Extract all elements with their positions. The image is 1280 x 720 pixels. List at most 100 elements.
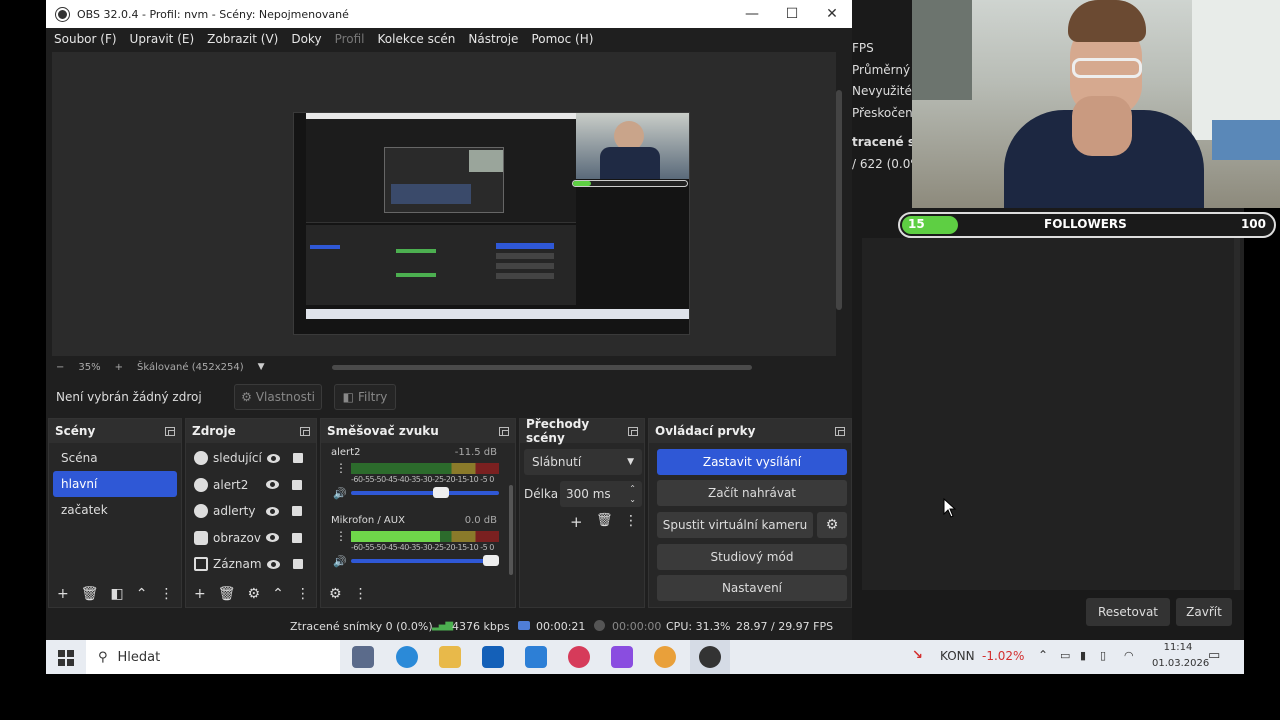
speaker-icon[interactable]: 🔊 — [333, 555, 347, 568]
wifi-icon[interactable]: ◠ — [1124, 649, 1134, 662]
undock-icon[interactable] — [165, 426, 175, 436]
menu-scene-collection[interactable]: Kolekce scén — [378, 32, 456, 46]
undock-icon[interactable] — [499, 426, 509, 436]
menu-view[interactable]: Zobrazit (V) — [207, 32, 278, 46]
scene-filters-icon[interactable]: ◧ — [111, 586, 124, 602]
source-item[interactable]: adlerty — [186, 498, 316, 525]
microphone-tray-icon[interactable]: ▮ — [1080, 649, 1086, 662]
undock-icon[interactable] — [835, 426, 845, 436]
eye-icon[interactable] — [266, 453, 280, 463]
undock-icon[interactable] — [628, 426, 638, 436]
add-scene-icon[interactable]: + — [57, 586, 69, 602]
windows-start-icon[interactable] — [58, 650, 74, 666]
scene-item[interactable]: začatek — [53, 497, 177, 523]
menu-profile[interactable]: Profil — [335, 32, 365, 46]
preview-area[interactable] — [52, 52, 836, 356]
source-item[interactable]: obrazov — [186, 525, 316, 552]
more-icon[interactable]: ⋮ — [335, 461, 347, 475]
twitch-icon[interactable] — [611, 646, 633, 668]
lock-icon[interactable] — [292, 479, 302, 490]
filters-button[interactable]: ◧ Filtry — [334, 384, 396, 410]
settings-button[interactable]: Nastavení — [657, 575, 847, 601]
menu-tools[interactable]: Nástroje — [468, 32, 518, 46]
file-explorer-icon[interactable] — [439, 646, 461, 668]
add-source-icon[interactable]: + — [194, 586, 206, 602]
duration-input[interactable]: 300 ms ⌃ ⌄ — [560, 481, 642, 507]
close-button[interactable]: ✕ — [812, 0, 852, 28]
chevron-up-icon[interactable]: ⌃ — [1038, 648, 1048, 662]
opera-icon[interactable] — [568, 646, 590, 668]
lock-icon[interactable] — [292, 453, 303, 464]
source-item[interactable]: alert2 — [186, 472, 316, 499]
camera-tray-icon[interactable]: ▭ — [1060, 649, 1070, 662]
close-stats-button[interactable]: Zavřít — [1176, 598, 1232, 626]
more-icon[interactable]: ⋮ — [335, 529, 347, 543]
edge-icon[interactable] — [396, 646, 418, 668]
chevron-up-icon[interactable]: ⌃ — [136, 586, 148, 602]
more-icon[interactable]: ⋮ — [159, 586, 173, 602]
obs-taskbar-active[interactable] — [690, 640, 730, 674]
menu-file[interactable]: Soubor (F) — [54, 32, 117, 46]
zoom-in-button[interactable]: + — [115, 362, 123, 373]
menu-edit[interactable]: Upravit (E) — [130, 32, 195, 46]
add-transition-icon[interactable]: + — [570, 513, 583, 531]
virtual-camera-gear-icon[interactable]: ⚙ — [817, 512, 847, 538]
outlook-icon[interactable] — [482, 646, 504, 668]
chevron-up-icon[interactable]: ⌃ — [272, 586, 284, 602]
stop-stream-button[interactable]: Zastavit vysílání — [657, 449, 847, 475]
minimize-button[interactable]: — — [732, 0, 772, 28]
maximize-button[interactable]: ☐ — [772, 0, 812, 28]
reset-button[interactable]: Resetovat — [1086, 598, 1170, 626]
lock-icon[interactable] — [292, 559, 303, 570]
undock-icon[interactable] — [300, 426, 310, 436]
volume-knob[interactable] — [432, 487, 449, 498]
menu-help[interactable]: Pomoc (H) — [531, 32, 593, 46]
chrome-icon[interactable] — [654, 646, 676, 668]
taskbar-search[interactable]: ⚲ Hledat — [86, 640, 340, 674]
task-view-icon[interactable] — [352, 646, 374, 668]
more-icon[interactable]: ⋮ — [296, 586, 310, 602]
clock-date[interactable]: 01.03.2026 — [1152, 658, 1209, 669]
battery-tray-icon[interactable]: ▯ — [1100, 649, 1106, 662]
scaling-mode[interactable]: Škálované (452x254) — [137, 362, 244, 373]
volume-slider[interactable] — [351, 487, 499, 498]
tl-app-icon[interactable] — [525, 646, 547, 668]
stock-change[interactable]: -1.02% — [982, 649, 1024, 663]
eye-icon[interactable] — [266, 559, 280, 569]
source-item[interactable]: sledující — [186, 445, 316, 472]
lock-icon[interactable] — [292, 532, 302, 543]
clock-time[interactable]: 11:14 — [1158, 642, 1198, 653]
start-recording-button[interactable]: Začít nahrávat — [657, 480, 847, 506]
preview-vertical-scrollbar[interactable] — [836, 90, 842, 310]
preview-canvas[interactable] — [293, 112, 690, 335]
notification-icon[interactable]: ▭ — [1208, 648, 1220, 663]
studio-mode-button[interactable]: Studiový mód — [657, 544, 847, 570]
zoom-out-button[interactable]: − — [56, 362, 64, 373]
volume-slider[interactable] — [351, 555, 499, 566]
volume-knob[interactable] — [483, 555, 499, 566]
trash-icon[interactable]: 🗑 — [218, 586, 236, 602]
mixer-settings-icon[interactable]: ⚙ — [329, 586, 342, 602]
speaker-icon[interactable]: 🔊 — [333, 487, 347, 500]
scene-item-selected[interactable]: hlavní — [53, 471, 177, 497]
gear-icon[interactable]: ⚙ — [248, 586, 261, 602]
menu-docks[interactable]: Doky — [291, 32, 321, 46]
properties-button[interactable]: ⚙ Vlastnosti — [234, 384, 322, 410]
source-item[interactable]: Záznam — [186, 551, 316, 578]
scene-item[interactable]: Scéna — [53, 445, 177, 471]
eye-icon[interactable] — [266, 480, 279, 490]
transition-select[interactable]: Slábnutí ▼ — [524, 449, 642, 475]
stock-name[interactable]: KONN — [940, 649, 975, 663]
eye-icon[interactable] — [266, 533, 279, 543]
stats-scrollbar[interactable] — [1234, 238, 1240, 590]
lock-icon[interactable] — [292, 506, 302, 517]
trash-icon[interactable]: 🗑 — [81, 586, 99, 602]
trash-icon[interactable]: 🗑 — [596, 513, 613, 528]
preview-horizontal-scrollbar[interactable] — [332, 365, 752, 370]
mixer-scrollbar[interactable] — [509, 485, 513, 575]
more-icon[interactable]: ⋮ — [624, 513, 638, 529]
start-virtual-camera-button[interactable]: Spustit virtuální kameru — [657, 512, 813, 538]
spinner-icon[interactable]: ⌃ ⌄ — [629, 483, 636, 505]
chevron-down-icon[interactable]: ▼ — [258, 362, 265, 372]
more-icon[interactable]: ⋮ — [354, 586, 368, 602]
